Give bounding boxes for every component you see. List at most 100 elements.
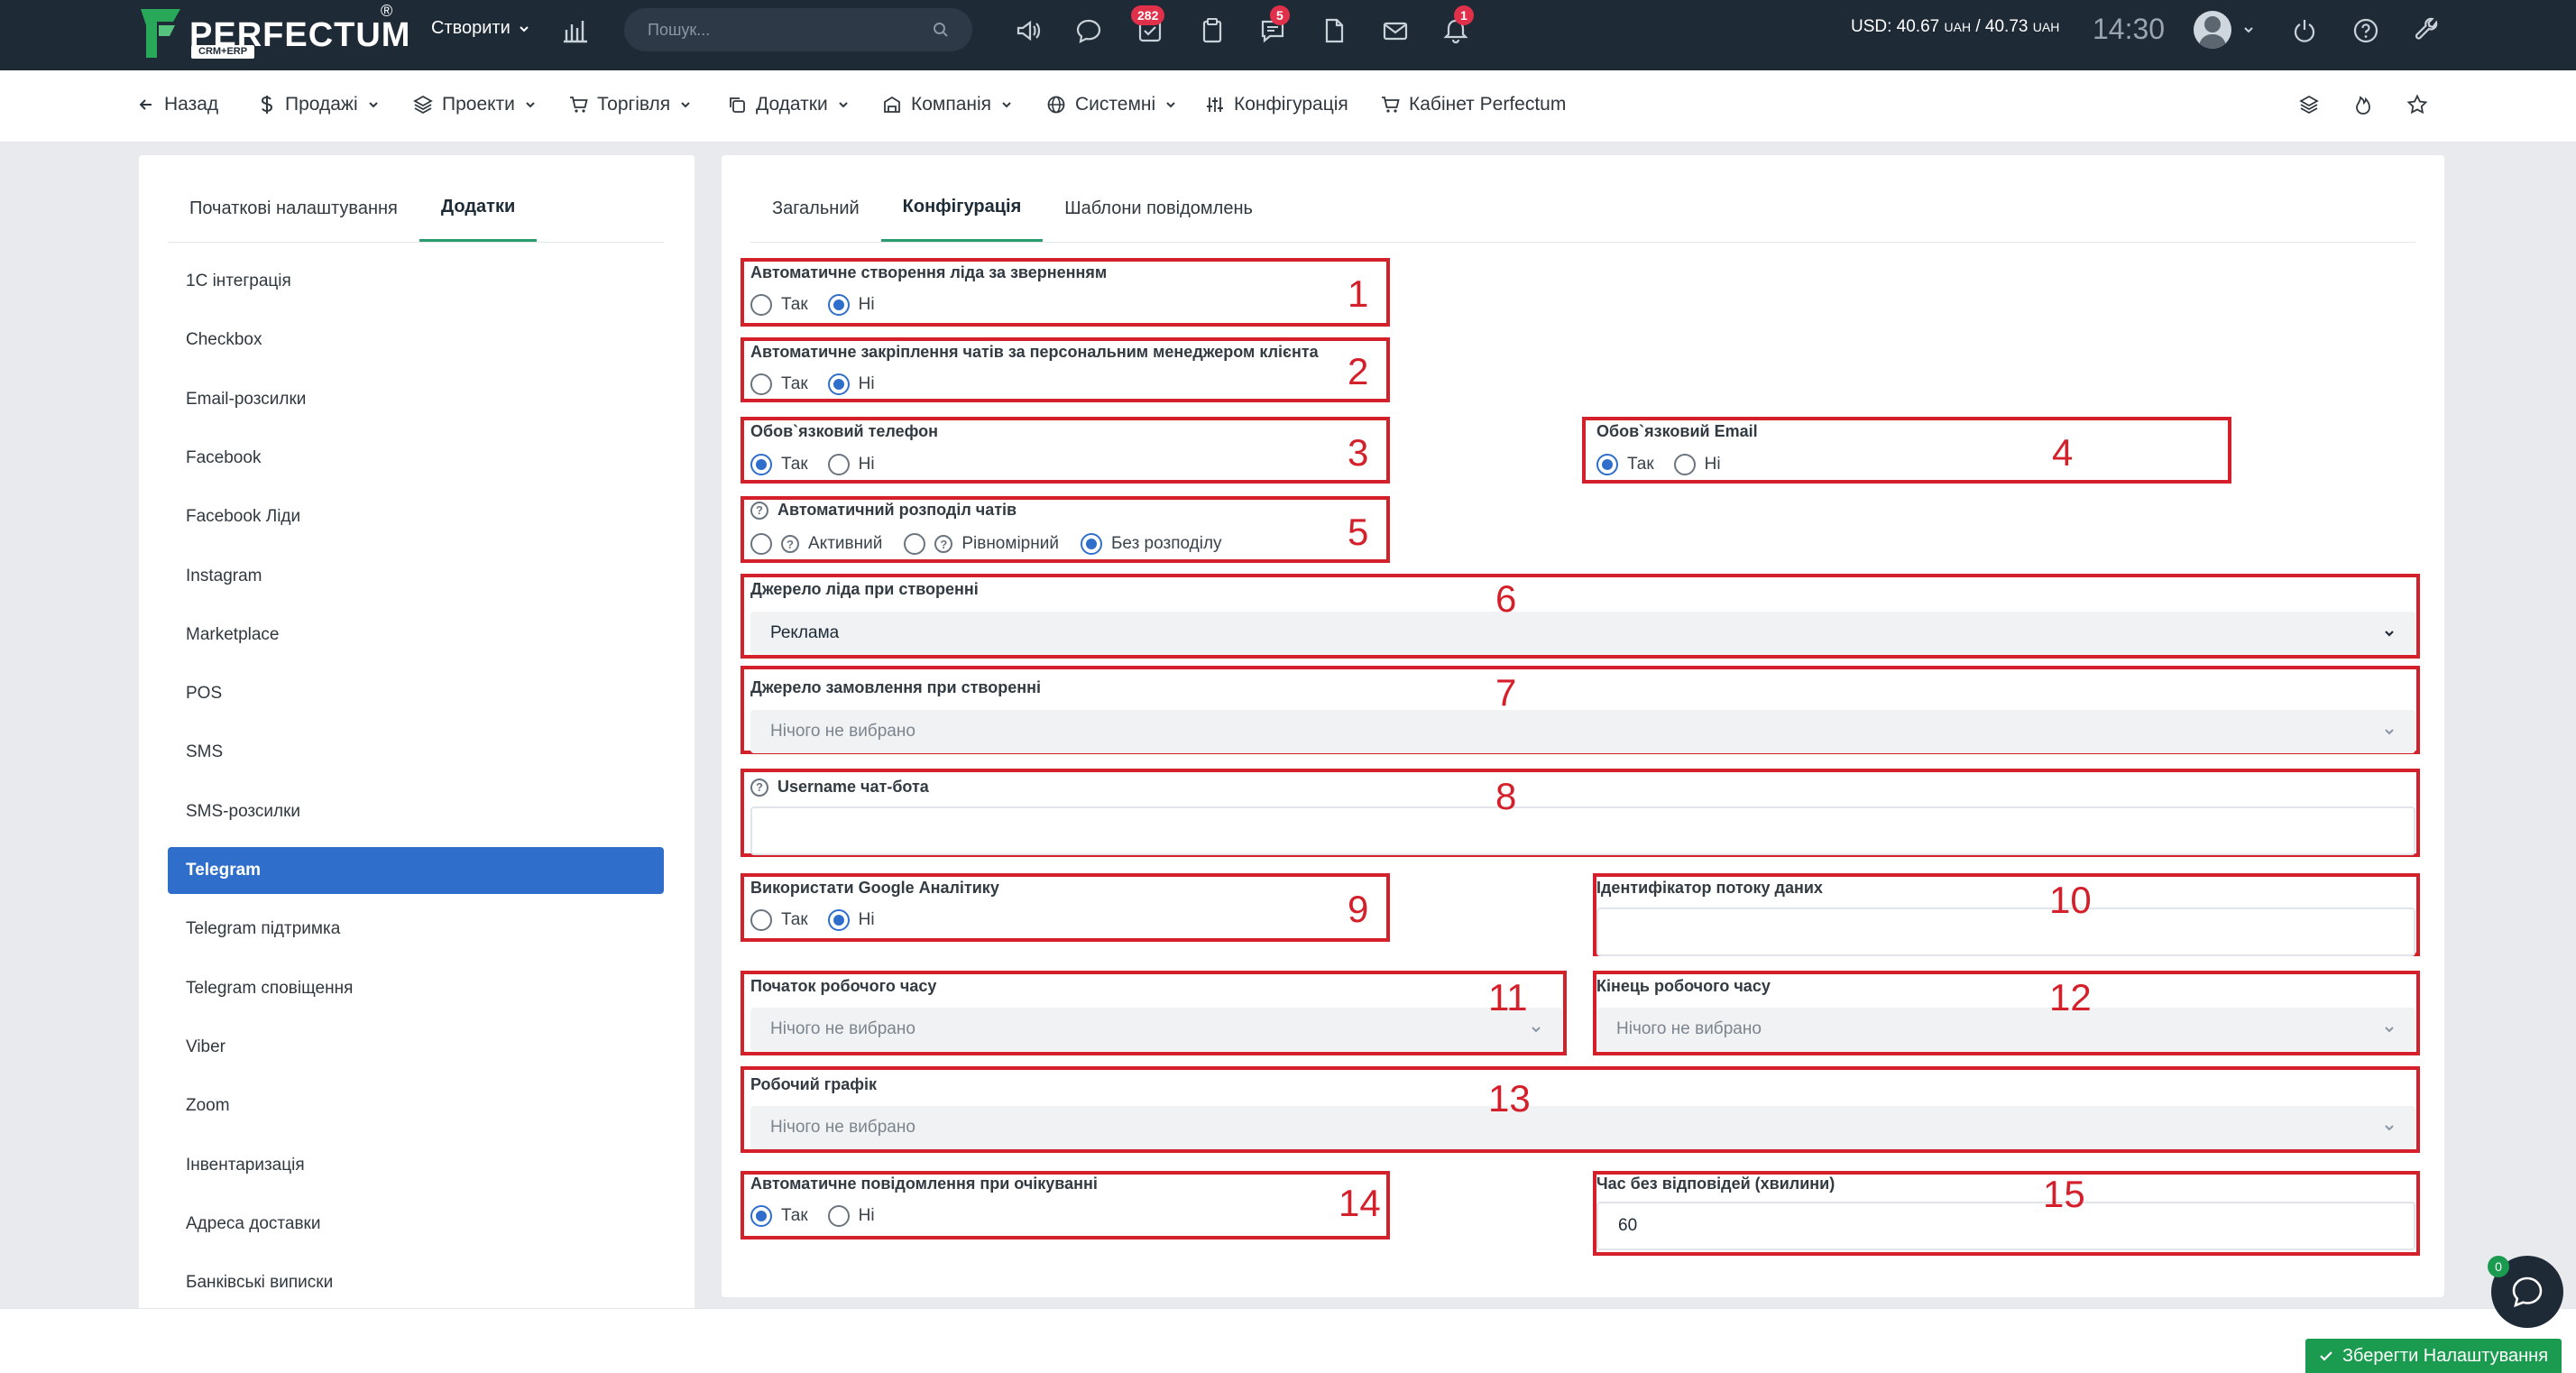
sidebar-item-inventory[interactable]: Інвентаризація (168, 1142, 664, 1189)
radio[interactable] (1673, 454, 1696, 475)
sidebar-item-instagram[interactable]: Instagram (168, 553, 664, 600)
tab-message-templates[interactable]: Шаблони повідомлень (1043, 198, 1274, 241)
help-icon[interactable]: ? (934, 535, 953, 553)
nav-addons[interactable]: Додатки (727, 94, 850, 115)
star-icon[interactable] (2406, 94, 2428, 115)
logo-icon[interactable] (137, 5, 184, 61)
work-end-select[interactable]: Нічого не вибрано (1596, 1008, 2415, 1051)
work-schedule-select[interactable]: Нічого не вибрано (750, 1106, 2415, 1149)
field-4-no[interactable]: Ні (1673, 454, 1721, 475)
tab-general[interactable]: Загальний (750, 198, 881, 241)
radio[interactable] (827, 1205, 850, 1227)
field-3-no[interactable]: Ні (827, 454, 875, 475)
file-icon[interactable] (1316, 13, 1352, 49)
radio-selected[interactable] (1596, 454, 1618, 475)
field-2-yes[interactable]: Так (750, 373, 808, 395)
field-9-no[interactable]: Ні (827, 909, 875, 931)
chat-bubble-icon[interactable] (1071, 13, 1107, 49)
sidebar-item-viber[interactable]: Viber (168, 1024, 664, 1071)
mail-icon[interactable] (1377, 13, 1413, 49)
chevron-down-icon (1532, 1027, 1541, 1033)
radio[interactable] (904, 533, 926, 555)
tab-addons[interactable]: Додатки (419, 197, 538, 242)
nav-trade[interactable]: Торгівля (568, 94, 692, 115)
help-icon[interactable]: ? (750, 778, 768, 797)
sidebar-item-delivery[interactable]: Адреса доставки (168, 1201, 664, 1248)
radio[interactable] (750, 373, 772, 395)
nav-system[interactable]: Системні (1046, 94, 1177, 115)
radio[interactable] (750, 294, 772, 316)
sidebar-item-telegram-notify[interactable]: Telegram сповіщення (168, 965, 664, 1012)
radio[interactable] (750, 533, 772, 555)
field-9-yes[interactable]: Так (750, 909, 808, 931)
currency-separator: / 40.73 (1971, 17, 2033, 36)
chevron-down-icon (1002, 102, 1011, 108)
no-reply-minutes-input[interactable]: 60 (1596, 1202, 2415, 1250)
sidebar-item-sms[interactable]: SMS (168, 729, 664, 776)
nav-cabinet[interactable]: Кабінет Perfectum (1380, 94, 1566, 115)
user-menu[interactable] (2194, 11, 2255, 49)
tab-configuration[interactable]: Конфігурація (880, 197, 1044, 242)
sidebar-item-marketplace[interactable]: Marketplace (168, 612, 664, 659)
fire-icon[interactable] (2352, 94, 2374, 115)
annotation-4: 4 (2052, 431, 2074, 474)
sidebar-item-zoom[interactable]: Zoom (168, 1083, 664, 1129)
nav-projects[interactable]: Проекти (413, 94, 537, 115)
radio-selected[interactable] (827, 909, 850, 931)
sidebar-item-telegram[interactable]: Telegram (168, 847, 664, 894)
work-start-select[interactable]: Нічого не вибрано (750, 1008, 1562, 1051)
radio-selected[interactable] (750, 454, 772, 475)
create-menu[interactable]: Створити (431, 18, 530, 39)
nav-sales[interactable]: Продажі (258, 94, 380, 115)
nav-config[interactable]: Конфігурація (1205, 94, 1348, 115)
field-1-no[interactable]: Ні (827, 294, 875, 316)
sidebar-item-sms-mailing[interactable]: SMS-розсилки (168, 788, 664, 835)
sidebar-item-email[interactable]: Email-розсилки (168, 376, 664, 423)
field-14-yes[interactable]: Так (750, 1205, 808, 1227)
tab-initial-settings[interactable]: Початкові налаштування (168, 198, 398, 241)
field-4-yes[interactable]: Так (1596, 454, 1654, 475)
globe-icon (1047, 96, 1065, 114)
lead-source-select[interactable]: Реклама (750, 612, 2415, 655)
layers-icon[interactable] (2298, 94, 2320, 115)
sidebar-item-checkbox[interactable]: Checkbox (168, 317, 664, 364)
sidebar-item-facebook-leads[interactable]: Facebook Ліди (168, 493, 664, 540)
field-2-no[interactable]: Ні (827, 373, 875, 395)
megaphone-icon[interactable] (1010, 13, 1046, 49)
field-5-even[interactable]: ? Рівномірний (904, 533, 1059, 555)
radio[interactable] (827, 454, 850, 475)
help-icon[interactable]: ? (750, 501, 768, 520)
chart-icon[interactable] (557, 13, 593, 49)
radio[interactable] (750, 909, 772, 931)
clipboard-icon[interactable] (1194, 13, 1230, 49)
field-1-yes[interactable]: Так (750, 294, 808, 316)
radio-selected[interactable] (750, 1205, 772, 1227)
nav-back[interactable]: Назад (137, 94, 218, 115)
radio-selected[interactable] (827, 373, 850, 395)
nav-company[interactable]: Компанія (882, 94, 1013, 115)
sidebar-item-facebook[interactable]: Facebook (168, 435, 664, 482)
field-14-no[interactable]: Ні (827, 1205, 875, 1227)
field-3-yes[interactable]: Так (750, 454, 808, 475)
sidebar-item-bank[interactable]: Банківські виписки (168, 1259, 664, 1306)
field-5-none[interactable]: Без розподілу (1080, 533, 1222, 555)
radio-selected[interactable] (1080, 533, 1102, 555)
option-active-label: Активний (808, 534, 883, 553)
order-source-select[interactable]: Нічого не вибрано (750, 710, 2415, 753)
field-5-active[interactable]: ? Активний (750, 533, 882, 555)
radio-selected[interactable] (827, 294, 850, 316)
save-settings-button[interactable]: Зберегти Налаштування (2305, 1339, 2562, 1373)
search-input[interactable]: Пошук... (624, 8, 972, 51)
sidebar-item-telegram-support[interactable]: Telegram підтримка (168, 906, 664, 953)
layers-icon (413, 95, 433, 115)
chat-bubble-icon (2512, 1276, 2543, 1308)
wrench-icon[interactable] (2409, 13, 2445, 49)
help-icon[interactable] (2348, 13, 2384, 49)
help-icon[interactable]: ? (781, 535, 799, 553)
sidebar-item-1c[interactable]: 1С інтеграція (168, 258, 664, 305)
main-tabs: Загальний Конфігурація Шаблони повідомле… (750, 197, 2415, 243)
power-icon[interactable] (2286, 13, 2323, 49)
sidebar-item-pos[interactable]: POS (168, 670, 664, 717)
bot-username-input[interactable] (750, 806, 2415, 855)
stream-id-input[interactable] (1596, 908, 2415, 956)
